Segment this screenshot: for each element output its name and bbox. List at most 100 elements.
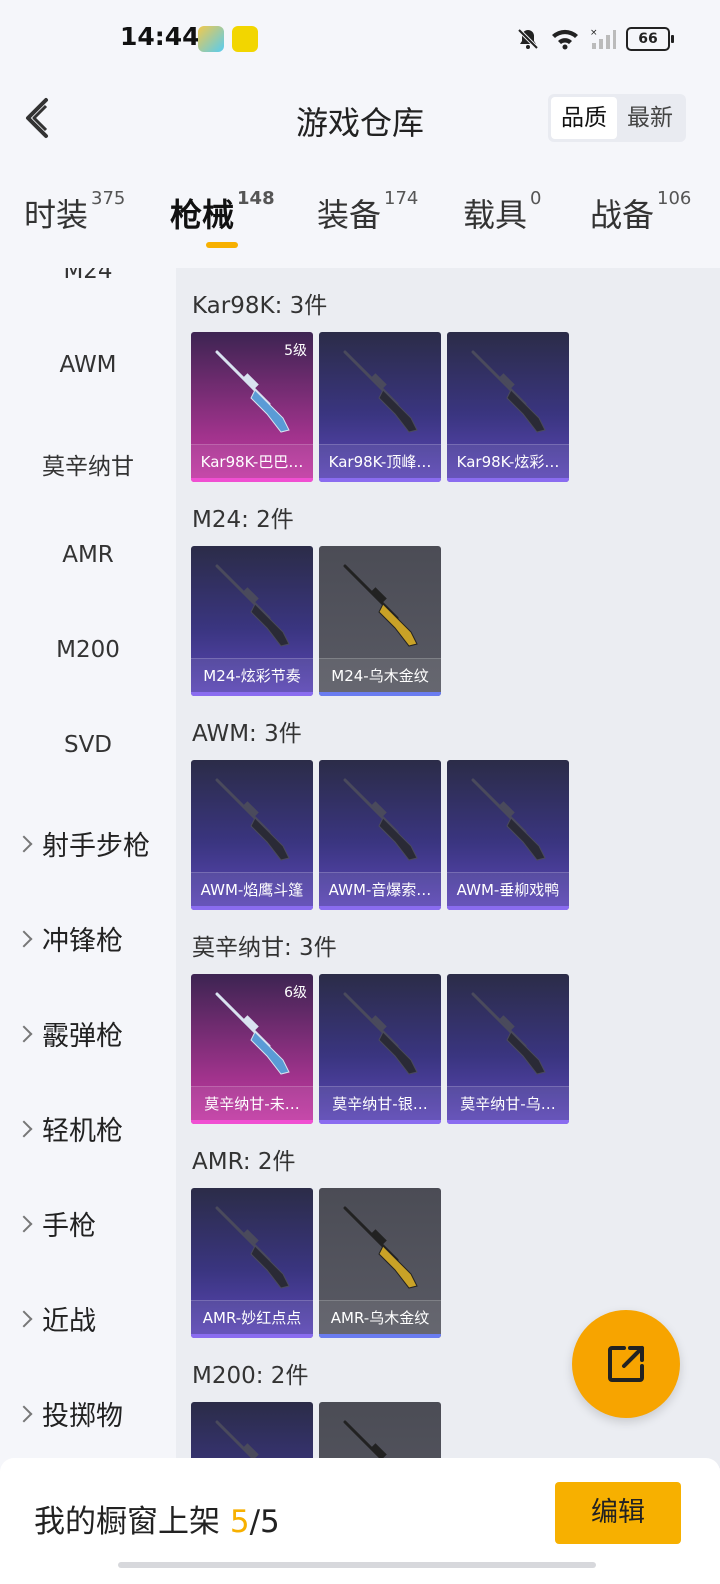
group-title: AWM: 3件	[192, 721, 302, 747]
rarity-strip	[447, 906, 569, 910]
tab-vehicles[interactable]: 载具 0	[463, 188, 542, 236]
weapon-card[interactable]: AWM-焰鹰斗篷	[191, 760, 313, 910]
active-tab-indicator	[206, 242, 238, 248]
chevron-right-icon	[15, 1025, 33, 1042]
sidebar-category-throwable[interactable]: 投掷物	[15, 1394, 123, 1433]
weapon-card[interactable]: Kar98K-炫彩…	[447, 332, 569, 482]
weapon-card[interactable]: M24-炫彩节奏	[191, 546, 313, 696]
weapon-card[interactable]: AWM-音爆索…	[319, 760, 441, 910]
rarity-strip	[191, 1120, 313, 1124]
tab-equipment[interactable]: 装备 174	[317, 188, 419, 236]
chevron-right-icon	[15, 835, 33, 852]
sidebar-item-m200[interactable]: M200	[0, 637, 176, 663]
sidebar-item-mosin[interactable]: 莫辛纳甘	[0, 447, 176, 481]
sidebar: M24 AWM 莫辛纳甘 AMR M200 SVD 射手步枪 冲锋枪 霰弹枪 轻…	[0, 268, 176, 1468]
tab-label: 装备	[317, 196, 382, 234]
group-title: M200: 2件	[192, 1363, 309, 1389]
signal-icon: ×	[590, 28, 616, 49]
rifle-icon	[343, 778, 418, 861]
sidebar-category-label: 手枪	[42, 1211, 96, 1242]
rifle-icon	[343, 564, 418, 647]
weapon-card[interactable]: 莫辛纳甘-银…	[319, 974, 441, 1124]
sidebar-category-shotgun[interactable]: 霰弹枪	[15, 1014, 123, 1053]
edit-button[interactable]: 编辑	[555, 1482, 681, 1544]
sidebar-category-label: 近战	[42, 1306, 96, 1337]
status-bar: 14:44 × 66	[0, 0, 720, 80]
sidebar-category-label: 射手步枪	[42, 831, 150, 862]
rarity-strip	[447, 1120, 569, 1124]
sort-newest-button[interactable]: 最新	[617, 97, 683, 139]
weapon-card[interactable]: 莫辛纳甘-乌…	[447, 974, 569, 1124]
sort-toggle[interactable]: 品质 最新	[548, 94, 686, 142]
sidebar-item-m24[interactable]: M24	[0, 268, 176, 284]
sidebar-category-label: 投掷物	[42, 1401, 123, 1432]
weapon-card[interactable]: AWM-垂柳戏鸭	[447, 760, 569, 910]
weapon-card[interactable]: AMR-妙红点点	[191, 1188, 313, 1338]
weapon-name: 莫辛纳甘-未…	[191, 1086, 313, 1120]
showcase-status: 我的橱窗上架 5/5	[34, 1496, 280, 1541]
sidebar-item-amr[interactable]: AMR	[0, 542, 176, 568]
chevron-right-icon	[15, 1120, 33, 1137]
showcase-current: 5	[229, 1504, 250, 1540]
sidebar-category-lmg[interactable]: 轻机枪	[15, 1109, 123, 1148]
group-title: AMR: 2件	[192, 1149, 296, 1175]
chevron-right-icon	[15, 1310, 33, 1327]
rifle-icon	[343, 1206, 418, 1289]
sidebar-item-awm[interactable]: AWM	[0, 352, 176, 378]
home-indicator	[118, 1562, 596, 1568]
sidebar-category-melee[interactable]: 近战	[15, 1299, 96, 1338]
weapon-name: AWM-焰鹰斗篷	[191, 872, 313, 906]
sidebar-category-dmr[interactable]: 射手步枪	[15, 824, 150, 863]
rarity-strip	[447, 478, 569, 482]
sidebar-category-label: 轻机枪	[42, 1116, 123, 1147]
share-button[interactable]	[572, 1310, 680, 1418]
tab-firearms[interactable]: 枪械 148	[170, 188, 275, 236]
app-notification-icon	[232, 26, 258, 52]
rifle-icon	[215, 778, 290, 861]
rarity-strip	[319, 478, 441, 482]
rifle-icon	[471, 992, 546, 1075]
sidebar-item-svd[interactable]: SVD	[0, 732, 176, 758]
rarity-strip	[191, 692, 313, 696]
weapon-card[interactable]: M24-乌木金纹	[319, 546, 441, 696]
rifle-icon	[343, 350, 418, 433]
weapon-card[interactable]: 6级莫辛纳甘-未…	[191, 974, 313, 1124]
weapon-name: AMR-乌木金纹	[319, 1300, 441, 1334]
group-title: 莫辛纳甘: 3件	[192, 935, 337, 961]
tab-count: 0	[530, 188, 542, 209]
category-tabs: 时装 375 枪械 148 装备 174 载具 0 战备 106	[0, 188, 720, 266]
sidebar-category-pistol[interactable]: 手枪	[15, 1204, 96, 1243]
tab-supplies[interactable]: 战备 106	[590, 188, 692, 236]
battery-icon: 66	[626, 27, 674, 51]
rarity-strip	[319, 906, 441, 910]
tab-count: 174	[384, 188, 419, 209]
rarity-strip	[191, 906, 313, 910]
rifle-icon	[215, 564, 290, 647]
status-time: 14:44	[120, 22, 200, 51]
rarity-strip	[191, 1334, 313, 1338]
rarity-strip	[319, 1334, 441, 1338]
weapon-name: AWM-垂柳戏鸭	[447, 872, 569, 906]
tab-label: 载具	[463, 196, 528, 234]
weapon-name: Kar98K-炫彩…	[447, 444, 569, 478]
rarity-strip	[191, 478, 313, 482]
showcase-label: 我的橱窗上架	[34, 1504, 220, 1540]
weapon-card[interactable]: 5级 Kar98K-巴巴…	[191, 332, 313, 482]
rarity-strip	[319, 692, 441, 696]
weapon-card[interactable]: Kar98K-顶峰…	[319, 332, 441, 482]
sort-quality-button[interactable]: 品质	[551, 97, 617, 139]
tab-count: 106	[657, 188, 692, 209]
share-external-icon	[608, 1346, 644, 1382]
rifle-icon	[471, 778, 546, 861]
tab-count: 375	[91, 188, 126, 209]
level-badge: 5级	[284, 343, 307, 359]
weapon-card[interactable]: AMR-乌木金纹	[319, 1188, 441, 1338]
weapon-name: AWM-音爆索…	[319, 872, 441, 906]
sidebar-category-smg[interactable]: 冲锋枪	[15, 919, 123, 958]
sidebar-category-label: 霰弹枪	[42, 1021, 123, 1052]
weapon-name: AMR-妙红点点	[191, 1300, 313, 1334]
bottom-bar: 我的橱窗上架 5/5 编辑	[0, 1458, 720, 1584]
tab-fashion[interactable]: 时装 375	[24, 188, 126, 236]
tab-label: 枪械	[170, 196, 235, 234]
level-badge: 6级	[284, 985, 307, 1001]
